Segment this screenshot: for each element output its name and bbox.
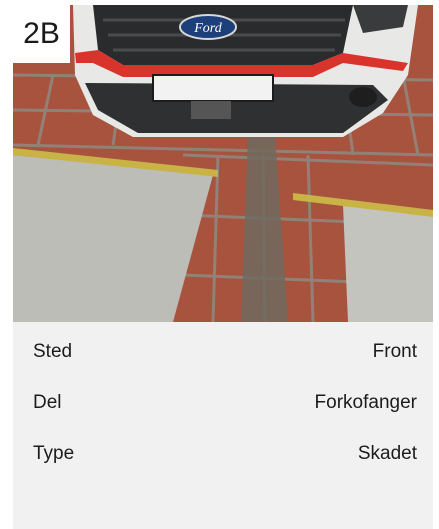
photo-illustration: Ford: [13, 5, 433, 322]
detail-value: Forkofanger: [314, 392, 417, 413]
detail-row-del: Del Forkofanger: [33, 390, 417, 416]
detail-value: Front: [372, 341, 417, 362]
detail-label: Type: [33, 443, 75, 464]
detail-row-type: Type Skadet: [33, 441, 417, 467]
detail-label: Sted: [33, 341, 73, 362]
photo-badge: 2B: [13, 5, 70, 63]
details-panel: Sted Front Del Forkofanger Type Skadet: [13, 322, 433, 529]
svg-text:Ford: Ford: [193, 21, 222, 36]
damage-card: Ford 2B Sted Front Del Forkofanger Type …: [13, 5, 433, 529]
detail-row-sted: Sted Front: [33, 339, 417, 365]
detail-value: Skadet: [357, 443, 417, 464]
detail-label: Del: [33, 392, 62, 413]
damage-photo[interactable]: Ford 2B: [13, 5, 433, 322]
